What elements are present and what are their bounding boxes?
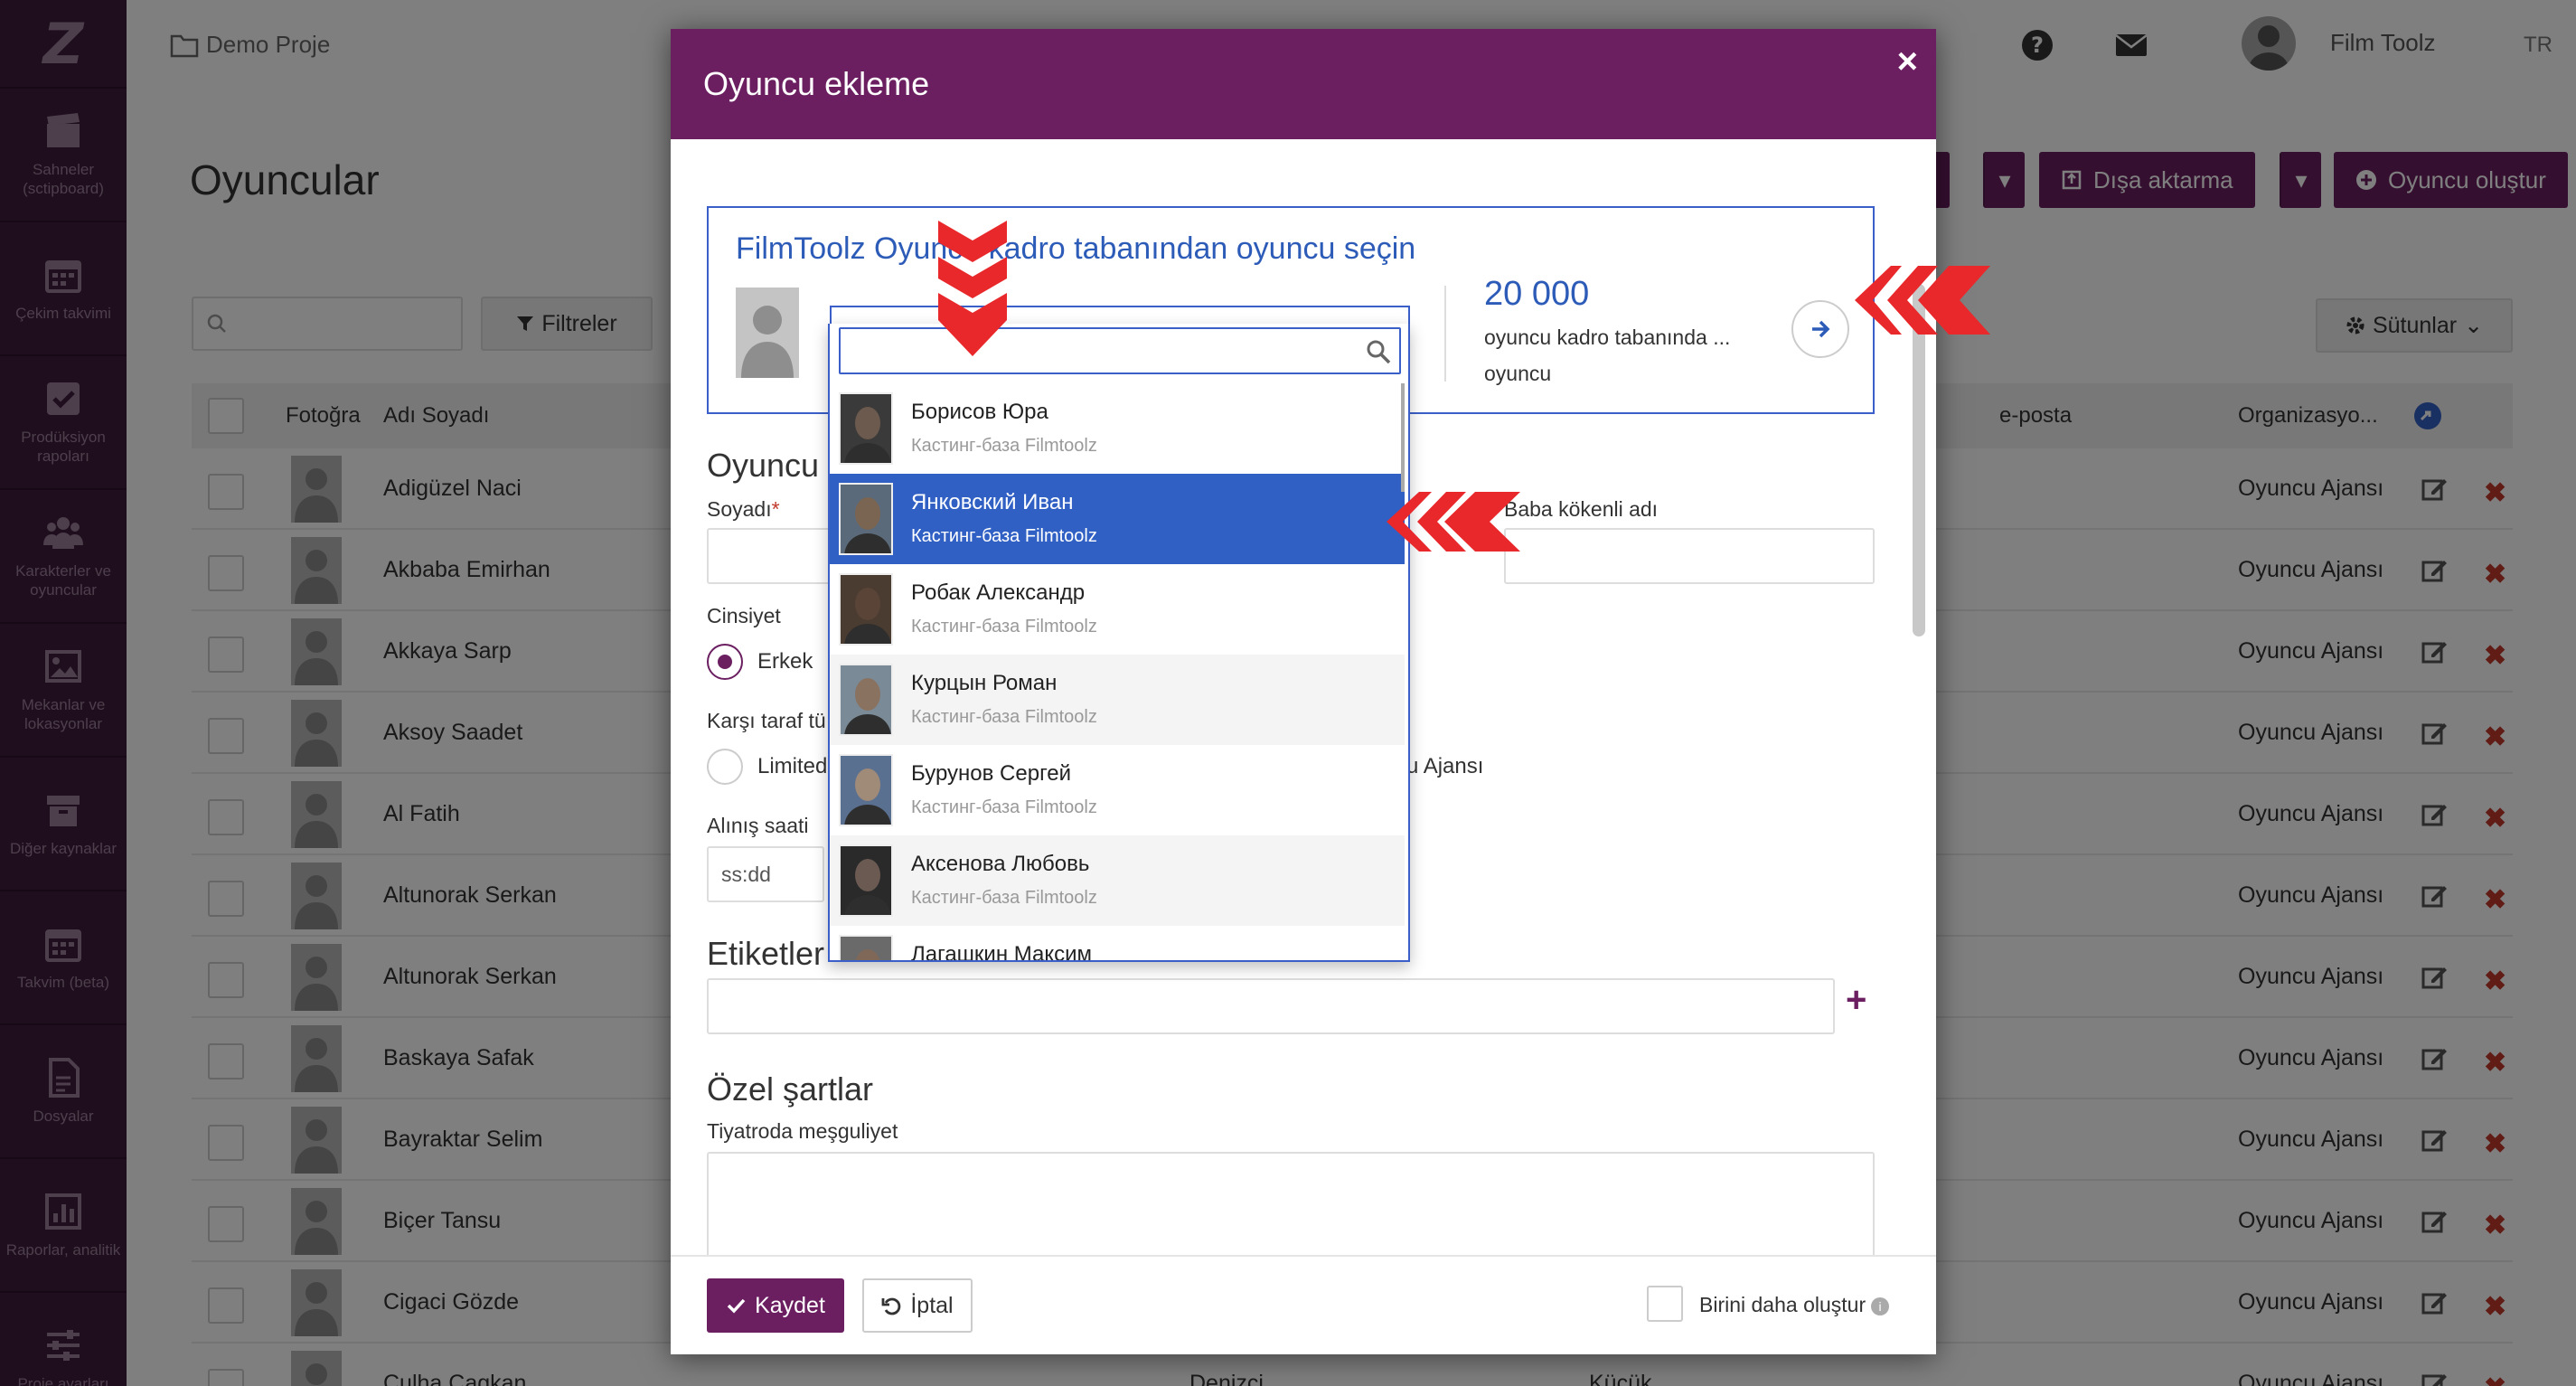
theatre-textarea[interactable] [707,1152,1875,1255]
modal-header: Oyuncu ekleme × [671,29,1936,139]
actor-thumbnail [839,664,893,736]
option-source: Кастинг-база Filmtoolz [911,436,1097,456]
modal-title: Oyuncu ekleme [703,65,930,102]
pickup-time-label: Alınış saati [707,814,809,837]
modal-footer: Kaydet İptal Birini daha oluştur i [671,1255,1936,1354]
avatar-placeholder [736,288,799,378]
save-button[interactable]: Kaydet [707,1278,844,1333]
option-source: Кастинг-база Filmtoolz [911,526,1097,546]
tags-input[interactable] [707,978,1835,1034]
casting-db-subtitle: oyuncu kadro tabanında ... [1484,325,1731,349]
casting-db-dropdown: Борисов Юра Кастинг-база Filmtoolz Янковск… [828,324,1410,962]
casting-db-subtitle-2: oyuncu [1484,362,1552,385]
counterparty-limited-radio[interactable] [707,749,743,785]
arrow-right-icon [1812,320,1830,338]
gender-male-label[interactable]: Erkek [757,649,813,674]
create-another-checkbox[interactable] [1647,1286,1683,1322]
actor-section-heading: Oyuncu b [707,447,847,484]
surname-input[interactable] [707,528,842,584]
gender-label: Cinsiyet [707,604,781,627]
actor-thumbnail [839,573,893,646]
option-name: Бурунов Сергей [911,761,1072,786]
dropdown-option[interactable]: Бурунов Сергей Кастинг-база Filmtoolz [830,745,1405,835]
dropdown-scrollbar[interactable] [1401,383,1405,492]
actor-thumbnail [839,392,893,465]
info-icon[interactable]: i [1871,1296,1890,1315]
dropdown-option[interactable]: Аксенова Любовь Кастинг-база Filmtoolz [830,835,1405,926]
patronymic-input[interactable] [1504,528,1875,584]
actor-thumbnail [839,754,893,826]
search-icon [1367,340,1391,364]
casting-db-count: 20 000 [1484,275,1590,313]
undo-icon [881,1297,901,1315]
pickup-time-placeholder: ss:dd [721,863,771,886]
counterparty-label: Karşı taraf tü [707,709,826,732]
dropdown-option[interactable]: Борисов Юра Кастинг-база Filmtoolz [830,383,1405,474]
option-source: Кастинг-база Filmtoolz [911,888,1097,908]
save-label: Kaydet [755,1292,825,1318]
special-terms-heading: Özel şartlar [707,1070,874,1108]
tags-heading: Etiketler [707,935,825,972]
pickup-time-input[interactable]: ss:dd [707,846,824,902]
option-source: Кастинг-база Filmtoolz [911,617,1097,636]
annotation-arrow-left-db [1855,266,1990,335]
go-to-db-button[interactable] [1791,300,1849,358]
dropdown-option[interactable]: Робак Александр Кастинг-база Filmtoolz [830,564,1405,655]
check-icon [727,1298,746,1314]
option-name: Аксенова Любовь [911,852,1090,876]
dropdown-results: Борисов Юра Кастинг-база Filmtoolz Янковск… [830,383,1408,962]
option-name: Лагашкин Максим [911,942,1093,962]
cancel-label: İptal [910,1292,954,1318]
actor-thumbnail [839,483,893,555]
option-name: Курцын Роман [911,671,1058,695]
option-source: Кастинг-база Filmtoolz [911,707,1097,727]
option-source: Кастинг-база Filmtoolz [911,797,1097,817]
surname-label: Soyadı* [707,497,780,521]
actor-thumbnail [839,844,893,917]
close-icon[interactable]: × [1897,42,1918,82]
option-name: Робак Александр [911,580,1086,605]
dropdown-search-input[interactable] [839,327,1401,374]
actor-thumbnail [839,935,893,960]
divider [1444,286,1446,382]
counterparty-limited-label[interactable]: Limited [757,754,827,779]
add-tag-icon[interactable]: + [1846,980,1866,1021]
option-name: Борисов Юра [911,400,1048,424]
dropdown-option[interactable]: Лагашкин МаксимКастинг-база Filmtoolz [830,926,1405,962]
dropdown-option[interactable]: Янковский Иван Кастинг-база Filmtoolz [830,474,1405,564]
create-another-label[interactable]: Birini daha oluştur i [1699,1293,1890,1317]
casting-db-title: FilmToolz Oyuncu kadro tabanından oyuncu… [736,231,1416,266]
modal-scrollbar[interactable] [1913,284,1925,636]
annotation-arrow-left-item [1387,492,1520,552]
dropdown-option[interactable]: Курцын Роман Кастинг-база Filmtoolz [830,655,1405,745]
gender-male-radio[interactable] [707,644,743,680]
patronymic-label: Baba kökenli adı [1504,497,1659,521]
annotation-arrow-down [938,221,1007,356]
option-name: Янковский Иван [911,490,1074,514]
cancel-button[interactable]: İptal [862,1278,973,1333]
theatre-label: Tiyatroda meşguliyet [707,1119,898,1143]
